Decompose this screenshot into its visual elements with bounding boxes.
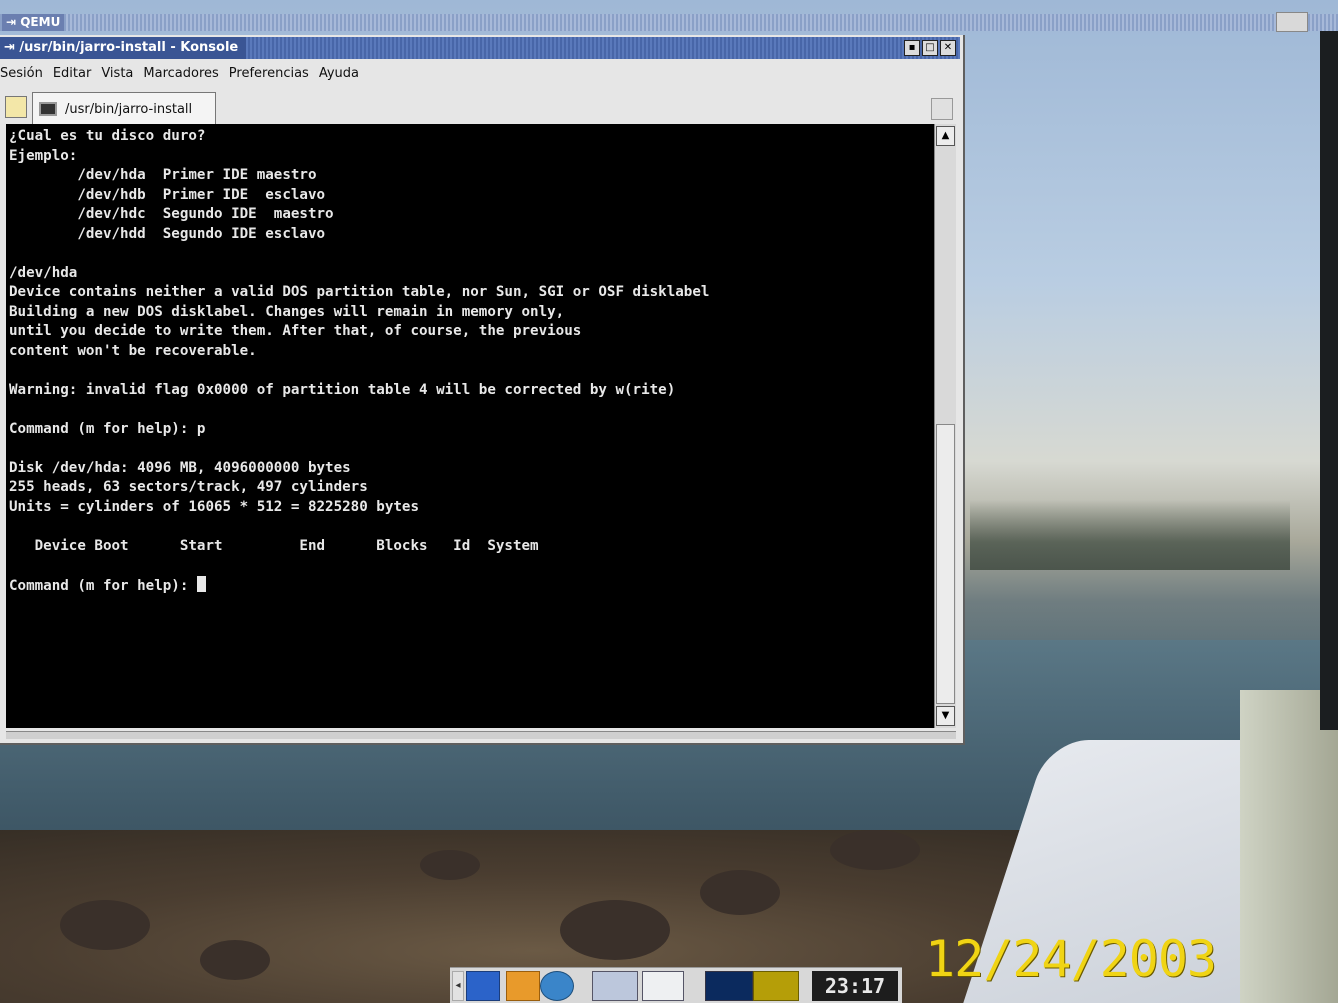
kde-panel: ◂ 23:17: [450, 967, 902, 1003]
qemu-window-menu-button[interactable]: [1276, 12, 1308, 32]
terminal-scrollbar[interactable]: ▲ ▼: [934, 124, 956, 728]
wallpaper-edge: [1320, 30, 1338, 730]
panel-clock[interactable]: 23:17: [812, 971, 898, 1001]
desktop-pager[interactable]: [592, 971, 638, 1001]
panel-hide-arrow-icon[interactable]: ◂: [452, 971, 464, 1001]
menu-vista[interactable]: Vista: [101, 66, 133, 81]
maximize-button[interactable]: □: [922, 40, 938, 56]
kmenu-icon[interactable]: [466, 971, 500, 1001]
web-browser-icon[interactable]: [540, 971, 574, 1001]
minimize-button[interactable]: ▪: [904, 40, 920, 56]
konsole-title: ⇥ /usr/bin/jarro-install - Konsole: [0, 37, 247, 59]
menu-preferencias[interactable]: Preferencias: [229, 66, 309, 81]
wallpaper-palms: [970, 500, 1290, 570]
wallpaper-railing: [1240, 690, 1338, 1003]
menu-sesion[interactable]: Sesión: [0, 66, 43, 81]
close-button[interactable]: ✕: [940, 40, 956, 56]
konsole-window: ⇥ /usr/bin/jarro-install - Konsole ▪ □ ✕…: [0, 35, 965, 745]
qemu-titlebar[interactable]: ⇥ QEMU: [0, 14, 1338, 31]
session-tab-label: /usr/bin/jarro-install: [65, 101, 193, 117]
terminal-output[interactable]: ¿Cual es tu disco duro? Ejemplo: /dev/hd…: [6, 124, 934, 728]
konsole-taskbar-icon[interactable]: [642, 971, 684, 1001]
close-session-icon[interactable]: [931, 98, 953, 120]
system-monitor-bar: [753, 971, 799, 1001]
qemu-title: ⇥ QEMU: [2, 14, 65, 31]
wallpaper-rock: [60, 900, 150, 950]
new-session-icon[interactable]: [5, 96, 27, 118]
terminal-cursor: [196, 575, 206, 592]
photo-date-stamp: 12/24/2003: [925, 930, 1217, 988]
menu-ayuda[interactable]: Ayuda: [319, 66, 359, 81]
konsole-titlebar[interactable]: ⇥ /usr/bin/jarro-install - Konsole ▪ □ ✕: [0, 37, 960, 59]
wallpaper-rock: [200, 940, 270, 980]
wallpaper-rock: [830, 830, 920, 870]
konsole-menubar: Sesión Editar Vista Marcadores Preferenc…: [0, 62, 960, 84]
wallpaper-rock: [420, 850, 480, 880]
wallpaper-rock: [560, 900, 670, 960]
window-bottom-edge: [6, 731, 956, 739]
home-folder-icon[interactable]: [506, 971, 540, 1001]
terminal-text: ¿Cual es tu disco duro? Ejemplo: /dev/hd…: [9, 128, 710, 594]
wallpaper-rock: [700, 870, 780, 915]
scroll-thumb[interactable]: [936, 424, 955, 704]
system-monitor-graph: [705, 971, 753, 1001]
menu-marcadores[interactable]: Marcadores: [143, 66, 218, 81]
scroll-up-icon[interactable]: ▲: [936, 126, 955, 146]
terminal-icon: [39, 102, 57, 116]
scroll-down-icon[interactable]: ▼: [936, 706, 955, 726]
session-tab[interactable]: /usr/bin/jarro-install: [32, 92, 216, 125]
konsole-tabbar: /usr/bin/jarro-install: [0, 90, 960, 125]
menu-editar[interactable]: Editar: [53, 66, 92, 81]
